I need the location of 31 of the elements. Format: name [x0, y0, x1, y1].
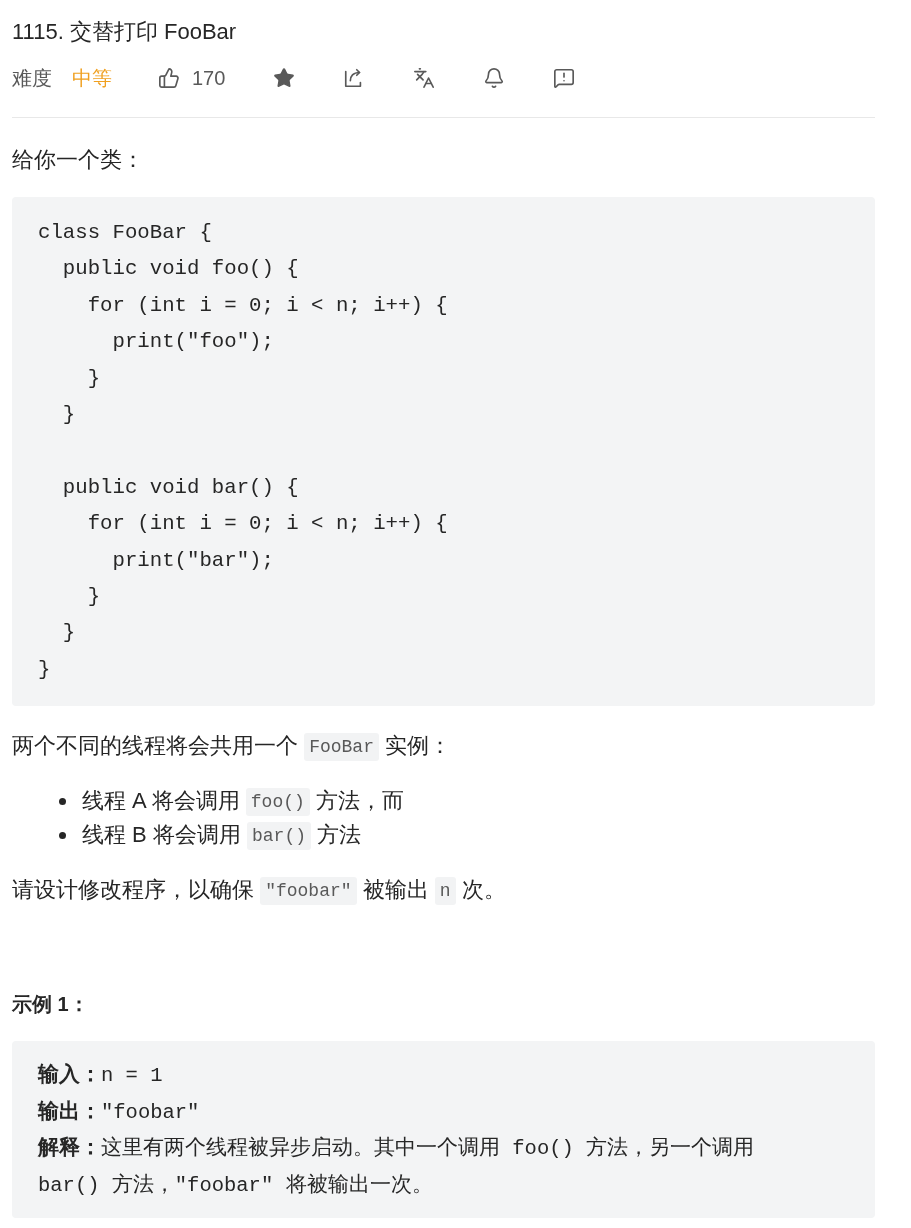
list-item-text: 线程 B 将会调用 bar() 方法 — [82, 818, 362, 853]
paragraph: 给你一个类： — [12, 146, 145, 174]
code-block: class FooBar { public void foo() { for (int i = 0; i < n; i++) { print("foo"); } } public void bar() { for (int i = 0; i < n; i++) { print("bar"); } } } — [12, 197, 875, 707]
feedback-button[interactable] — [553, 67, 576, 89]
difficulty-label: 难度 — [12, 65, 52, 91]
translate-button[interactable] — [413, 67, 436, 89]
bullet-icon — [59, 831, 66, 839]
list-item-text: 线程 A 将会调用 foo() 方法，而 — [82, 784, 404, 819]
star-icon — [273, 67, 296, 89]
favorite-button[interactable] — [273, 67, 296, 89]
inline-code: bar() — [247, 822, 312, 851]
bullet-icon — [59, 797, 66, 805]
inline-code: "foobar" — [260, 877, 357, 906]
inline-code: n — [434, 877, 456, 906]
paragraph: 请设计修改程序，以确保 "foobar" 被输出 n 次。 — [12, 875, 875, 906]
alert-message-icon — [553, 67, 576, 89]
example-line: bar() 方法，"foobar" 将被输出一次。 — [38, 1172, 433, 1199]
example-line: 输出："foobar" — [38, 1099, 200, 1126]
problem-title: 1115. 交替打印 FooBar — [12, 18, 237, 46]
example-line: 解释：这里有两个线程被异步启动。其中一个调用 foo() 方法，另一个调用 — [38, 1135, 755, 1163]
difficulty-value: 中等 — [72, 65, 112, 91]
bell-icon — [483, 67, 506, 89]
translate-icon — [413, 67, 436, 89]
thumbs-up-icon — [158, 67, 180, 89]
paragraph: 两个不同的线程将会共用一个 FooBar 实例： — [12, 731, 875, 762]
notification-button[interactable] — [483, 67, 506, 89]
inline-code: FooBar — [304, 733, 379, 762]
inline-code: foo() — [245, 788, 310, 817]
like-button[interactable]: 170 — [158, 66, 226, 90]
example-line: 输入：n = 1 — [38, 1062, 163, 1090]
example-heading: 示例 1： — [12, 992, 89, 1018]
